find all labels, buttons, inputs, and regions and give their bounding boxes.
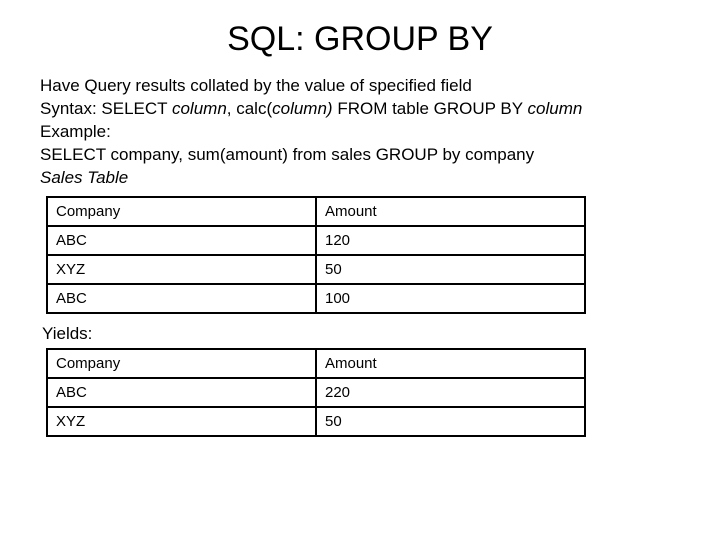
table-row: ABC 100	[47, 284, 585, 313]
table-row: Company Amount	[47, 349, 585, 378]
desc-line-3: Example:	[40, 121, 680, 144]
table-header-company: Company	[47, 349, 316, 378]
table-cell: ABC	[47, 226, 316, 255]
table-cell: 50	[316, 407, 585, 436]
yields-label: Yields:	[42, 324, 680, 344]
table-header-amount: Amount	[316, 197, 585, 226]
desc-line-2: Syntax: SELECT column, calc(column) FROM…	[40, 98, 680, 121]
table-cell: XYZ	[47, 407, 316, 436]
syntax-column-1: column	[172, 99, 227, 118]
syntax-mid-1: , calc(	[227, 99, 272, 118]
table-row: XYZ 50	[47, 255, 585, 284]
table-cell: XYZ	[47, 255, 316, 284]
table-header-amount: Amount	[316, 349, 585, 378]
description-block: Have Query results collated by the value…	[40, 75, 680, 190]
table-cell: ABC	[47, 378, 316, 407]
yields-table: Company Amount ABC 220 XYZ 50	[46, 348, 586, 437]
sales-table-label: Sales Table	[40, 167, 680, 190]
table-row: ABC 120	[47, 226, 585, 255]
table-row: XYZ 50	[47, 407, 585, 436]
sales-table: Company Amount ABC 120 XYZ 50 ABC 100	[46, 196, 586, 314]
table-cell: 50	[316, 255, 585, 284]
table-cell: 120	[316, 226, 585, 255]
syntax-column-2: column)	[272, 99, 332, 118]
syntax-column-3: column	[528, 99, 583, 118]
desc-line-4: SELECT company, sum(amount) from sales G…	[40, 144, 680, 167]
syntax-prefix: Syntax: SELECT	[40, 99, 172, 118]
table-header-company: Company	[47, 197, 316, 226]
table-cell: 100	[316, 284, 585, 313]
table-cell: 220	[316, 378, 585, 407]
syntax-mid-2: FROM table GROUP BY	[333, 99, 528, 118]
desc-line-1: Have Query results collated by the value…	[40, 75, 680, 98]
table-row: Company Amount	[47, 197, 585, 226]
page-title: SQL: GROUP BY	[40, 20, 680, 59]
table-cell: ABC	[47, 284, 316, 313]
table-row: ABC 220	[47, 378, 585, 407]
